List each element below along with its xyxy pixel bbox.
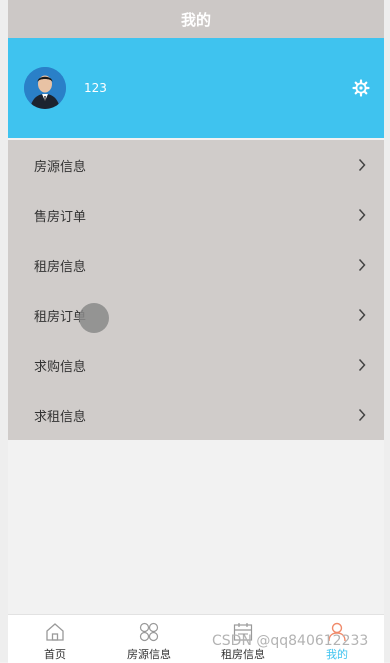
chevron-right-icon [358,408,366,422]
chevron-right-icon [358,208,366,222]
avatar-portrait-icon [24,67,66,109]
gear-icon[interactable] [352,79,370,97]
watermark-text: CSDN @qq840612233 [212,633,369,649]
menu-item-label: 房源信息 [34,159,87,175]
menu-item-label: 租房信息 [34,259,87,275]
menu-item-rental-listings[interactable]: 租房信息 [8,240,384,290]
left-frame-edge [0,0,8,662]
page-title: 我的 [180,10,211,29]
menu-item-label: 售房订单 [34,209,87,225]
grid-icon [139,622,159,642]
menu-item-label: 求租信息 [34,409,87,425]
menu-item-sale-orders[interactable]: 售房订单 [8,190,384,240]
right-frame-edge [384,0,390,662]
menu-item-rental-orders[interactable]: 租房订单 [8,290,384,340]
tab-home[interactable]: 首页 [8,615,102,663]
chevron-right-icon [358,358,366,372]
tab-house-listings[interactable]: 房源信息 [102,615,196,663]
chevron-right-icon [358,158,366,172]
menu-list: 房源信息 售房订单 租房信息 租房订单 求购信息 求租信息 [8,140,384,440]
app-screen: 我的 123 房源信息 售房订单 租房信息 租房订单 求购信息 求租信息 首页 … [8,0,384,663]
touch-indicator [79,303,109,333]
username-label: 123 [84,81,107,95]
profile-card: 123 [8,38,384,138]
chevron-right-icon [358,258,366,272]
tab-label: 房源信息 [127,648,171,661]
menu-item-house-listings[interactable]: 房源信息 [8,140,384,190]
top-navbar: 我的 [8,0,384,38]
avatar[interactable] [24,67,66,109]
home-icon [46,623,64,641]
menu-item-purchase-requests[interactable]: 求购信息 [8,340,384,390]
tab-label: 首页 [44,648,66,661]
menu-item-label: 求购信息 [34,359,87,375]
menu-item-rent-requests[interactable]: 求租信息 [8,390,384,440]
chevron-right-icon [358,308,366,322]
